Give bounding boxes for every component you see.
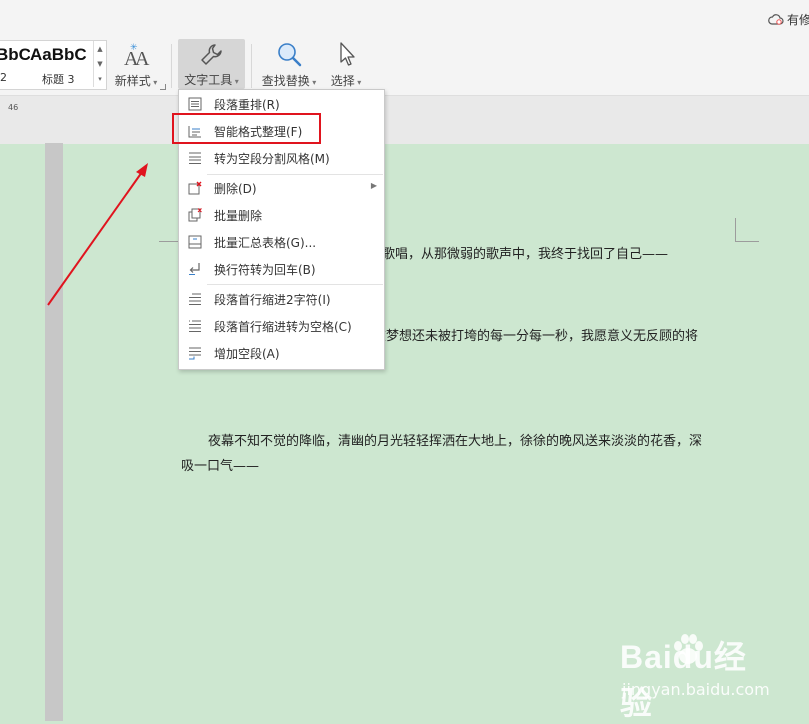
menu-item-batch-table[interactable]: 批量汇总表格(G)... xyxy=(179,229,384,255)
style-name: 2 xyxy=(0,71,7,84)
annotation-arrow xyxy=(47,163,148,306)
ruler-bar xyxy=(0,95,809,144)
new-style-button[interactable]: A A ✳ 新样式 ▾ xyxy=(112,40,160,88)
document-line: 在梦想还未被打垮的每一分每一秒，我愿意义无反顾的将 xyxy=(373,329,699,344)
page-corner-mark xyxy=(735,218,736,241)
submenu-arrow-icon: ▶ xyxy=(370,181,377,190)
svg-text:✳: ✳ xyxy=(130,43,138,53)
menu-item-label: 段落重排(R) xyxy=(214,98,280,112)
select-button[interactable]: 选择 ▾ xyxy=(325,40,367,88)
line-break-to-enter-icon xyxy=(189,263,200,275)
find-replace-label: 查找替换 xyxy=(261,74,310,88)
expand-icon[interactable]: ▾ xyxy=(98,75,102,83)
page-corner-mark xyxy=(735,241,759,242)
find-replace-button[interactable]: 查找替换 ▾ xyxy=(258,40,320,88)
menu-item-empty-paragraph-split[interactable]: 转为空段分割风格(M) xyxy=(179,145,384,171)
search-icon xyxy=(278,43,302,67)
menu-item-label: 删除(D) xyxy=(214,182,257,196)
style-preview: BbC xyxy=(0,45,30,64)
menu-item-indent-to-space[interactable]: 段落首行缩进转为空格(C) xyxy=(179,313,384,339)
indent-to-space-icon xyxy=(189,320,201,332)
menu-divider xyxy=(207,284,383,285)
menu-item-label: 段落首行缩进2字符(I) xyxy=(214,293,331,307)
empty-paragraph-split-icon xyxy=(189,152,201,164)
wrench-icon xyxy=(200,44,222,65)
cloud-status[interactable]: 有修 xyxy=(768,11,809,28)
dropdown-caret-icon: ▾ xyxy=(150,78,158,87)
menu-item-delete[interactable]: 删除(D) ▶ xyxy=(179,175,384,201)
watermark-url: jingyan.baidu.com xyxy=(622,680,770,699)
cursor-icon xyxy=(340,42,355,66)
select-label: 选择 xyxy=(330,74,355,88)
ribbon-toolbar: 有修 BbC 2 AaBbC 标题 3 ▲ ▼ ▾ A A ✳ 新样式 ▾ 文字… xyxy=(0,0,809,95)
document-line: 声歌唱，从那微弱的歌声中，我终于找回了自己—— xyxy=(369,247,669,262)
ruler-marker: 46 xyxy=(8,103,19,112)
toolbar-divider xyxy=(171,44,172,88)
menu-item-label: 批量删除 xyxy=(214,209,263,223)
menu-item-batch-delete[interactable]: 批量删除 xyxy=(179,202,384,228)
menu-item-line-break-to-enter[interactable]: 换行符转为回车(B) xyxy=(179,256,384,282)
batch-delete-icon xyxy=(188,208,202,222)
text-tools-button[interactable]: 文字工具 ▾ xyxy=(178,39,245,89)
document-line: 夜幕不知不觉的降临，清幽的月光轻轻挥洒在大地上，徐徐的晚风送来淡淡的花香，深 xyxy=(208,434,703,449)
annotation-highlight-box xyxy=(172,113,321,144)
style-name: 标题 3 xyxy=(42,73,75,86)
baidu-watermark: Baidu经验 jingyan.baidu.com xyxy=(620,630,770,721)
menu-item-add-empty-paragraph[interactable]: 增加空段(A) xyxy=(179,340,384,366)
menu-item-first-line-indent[interactable]: 段落首行缩进2字符(I) xyxy=(179,286,384,312)
menu-item-label: 增加空段(A) xyxy=(214,347,280,361)
toolbar-divider xyxy=(251,44,252,88)
batch-table-icon xyxy=(188,235,202,249)
menu-item-label: 段落首行缩进转为空格(C) xyxy=(214,320,352,334)
watermark-brand: Baidu经验 xyxy=(620,639,747,721)
new-style-label: 新样式 xyxy=(114,74,151,88)
delete-icon xyxy=(188,181,202,195)
first-line-indent-icon xyxy=(189,293,201,305)
style-preview: AaBbC xyxy=(30,45,87,64)
menu-item-label: 批量汇总表格(G)... xyxy=(214,236,317,250)
menu-item-label: 换行符转为回车(B) xyxy=(214,263,316,277)
style-heading-2[interactable]: BbC 2 xyxy=(0,41,30,87)
add-empty-paragraph-icon xyxy=(189,347,201,360)
cloud-icon xyxy=(768,14,784,25)
new-style-icon: A A ✳ xyxy=(124,43,150,70)
dropdown-caret-icon: ▾ xyxy=(232,77,239,86)
chevron-up-icon[interactable]: ▲ xyxy=(97,45,102,53)
style-heading-3[interactable]: AaBbC 标题 3 xyxy=(30,41,93,87)
dropdown-caret-icon: ▾ xyxy=(354,78,362,87)
cloud-status-label: 有修 xyxy=(787,13,809,27)
paragraph-reflow-icon xyxy=(188,97,202,111)
menu-item-label: 转为空段分割风格(M) xyxy=(214,152,330,166)
text-tools-label: 文字工具 xyxy=(184,73,233,87)
chevron-down-icon[interactable]: ▼ xyxy=(97,60,102,68)
dialog-launcher-icon[interactable] xyxy=(160,84,166,90)
gallery-scroll[interactable]: ▲ ▼ ▾ xyxy=(93,41,106,87)
dropdown-caret-icon: ▾ xyxy=(309,78,317,87)
document-line: 吸一口气—— xyxy=(181,459,260,474)
style-gallery: BbC 2 AaBbC 标题 3 ▲ ▼ ▾ xyxy=(0,40,107,90)
